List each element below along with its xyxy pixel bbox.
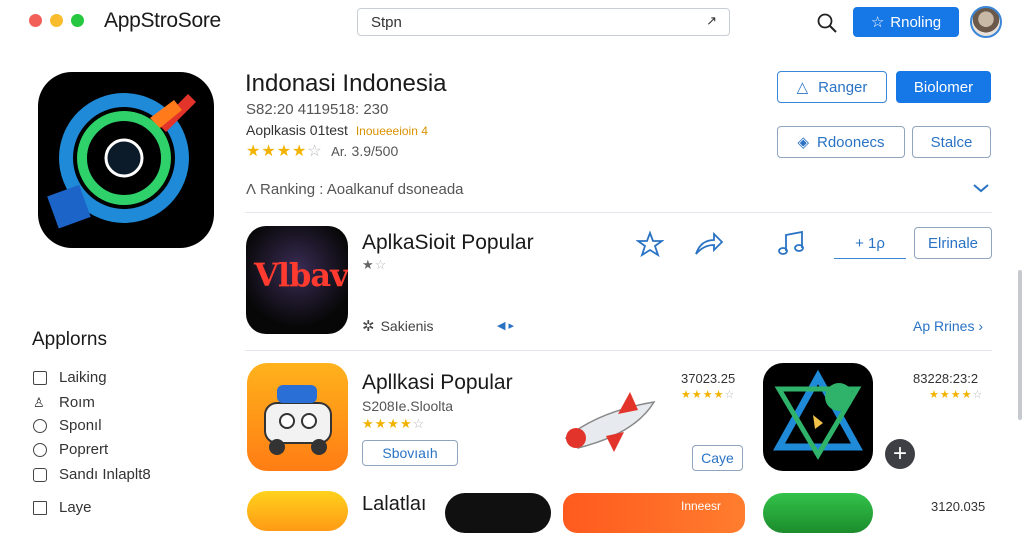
list-item-count-stars: ★★★★☆ [929, 389, 984, 401]
rating-button-label: Rnoling [890, 13, 942, 31]
maximize-window-button[interactable] [71, 14, 84, 27]
list-item-button[interactable]: Sbovıaıh [362, 440, 458, 466]
sidebar-item-label: Laye [59, 499, 92, 516]
clear-search-icon[interactable]: ↗ [706, 13, 717, 29]
rdoonecs-button[interactable]: ◈ Rdoonecs [777, 126, 905, 158]
popular-action-button[interactable]: Elrinale [914, 227, 992, 259]
app-badge: Inoueeeioin 4 [355, 124, 428, 138]
add-icon[interactable]: + [885, 439, 915, 469]
popular-tag: ✲ Sakienis [362, 318, 434, 335]
page-icon [33, 500, 47, 515]
chevron-down-icon[interactable] [972, 181, 990, 199]
circle-icon [33, 418, 47, 433]
music-icon[interactable] [776, 229, 806, 264]
sidebar-item-label: Sponıl [59, 417, 102, 434]
ranger-button[interactable]: △ Ranger [777, 71, 887, 103]
ranking-icon: Λ [246, 181, 257, 198]
sidebar-item-roim[interactable]: ♙ Roım [33, 394, 95, 411]
search-icon[interactable] [816, 12, 838, 34]
app-icon [38, 72, 214, 248]
sidebar-item-label: Sandı Inlaplt8 [59, 466, 151, 483]
app-rating: ★★★★☆ Ar. 3.9/500 [246, 143, 399, 160]
pager-arrows-icon[interactable]: ◀ ▸ [497, 319, 514, 332]
sidebar-item-sponil[interactable]: Sponıl [33, 417, 102, 434]
rating-button[interactable]: ☆ Rnoling [853, 7, 959, 37]
sidebar-heading: Applorns [32, 329, 107, 350]
bottom-app-icon [445, 493, 551, 533]
person-icon: ♙ [33, 394, 45, 410]
star-outline-icon: ☆ [870, 14, 885, 31]
bottom-badge: Inneesr [681, 499, 722, 513]
list-app-icon [763, 363, 873, 471]
app-meta: S82:20 4119518: 230 [246, 101, 389, 118]
search-input[interactable] [369, 13, 693, 32]
list-item-stars: ★★★★☆ [362, 416, 426, 431]
camera-icon [33, 467, 47, 482]
tray-icon [33, 370, 47, 385]
divider [245, 212, 992, 213]
list-app-icon [247, 363, 348, 471]
bottom-app-icon [247, 491, 348, 531]
divider [245, 350, 992, 351]
scrollbar[interactable] [1018, 270, 1022, 420]
popular-stars: ★☆ [362, 257, 388, 272]
popular-app-icon: Vlbav [246, 226, 348, 334]
popular-title: AplkaSioit Popular [362, 231, 534, 254]
download-button[interactable]: Biolomer [896, 71, 991, 103]
sidebar-item-label: Roım [59, 394, 95, 411]
search-bar[interactable]: ↗ [357, 8, 730, 36]
sidebar-item-poprert[interactable]: Poprert [33, 441, 108, 458]
ranking-line: Λ Ranking : Aoalkanuf dsoneada [246, 181, 464, 198]
close-window-button[interactable] [29, 14, 42, 27]
list-item-subtitle: S208Ie.Sloolta [362, 398, 454, 414]
popular-counter: + 1ρ [834, 228, 906, 259]
list-item-count: 83228:23:2 [913, 371, 979, 386]
popular-app-icon-caption: Vlbav [254, 256, 348, 294]
avatar[interactable] [970, 6, 1002, 38]
list-item-count-stars: ★★★★☆ [681, 389, 736, 401]
minimize-window-button[interactable] [50, 14, 63, 27]
app-category: Aoplkasis 01test Inoueeeioin 4 [246, 122, 428, 138]
sidebar-item-laye[interactable]: Laye [33, 499, 92, 516]
tag-icon: ◈ [797, 134, 809, 151]
sidebar-item-laiking[interactable]: Laiking [33, 369, 107, 386]
circle-icon [33, 442, 47, 457]
get-button[interactable]: Caye [692, 445, 743, 471]
bottom-row-title: Lalatlaı [362, 493, 427, 515]
sidebar-item-label: Poprert [59, 441, 109, 458]
stalce-button[interactable]: Stalce [912, 126, 991, 158]
sidebar-item-sandi[interactable]: Sandı Inlaplt8 [33, 466, 151, 483]
app-title: Indonasi Indonesia [245, 70, 447, 97]
bottom-app-icon: Inneesr [563, 493, 745, 533]
rocket-image [558, 386, 668, 461]
list-item-count: 37023.25 [681, 371, 736, 386]
share-icon[interactable] [692, 230, 724, 263]
list-item-title: Apllkasi Popular [362, 371, 513, 394]
bell-icon: △ [796, 79, 809, 96]
sidebar-item-label: Laiking [59, 369, 107, 386]
see-all-link[interactable]: Ap Rrines › [913, 318, 983, 334]
gear-icon: ✲ [362, 318, 375, 335]
window-title: AppStroSore [104, 9, 221, 32]
bottom-app-icon [763, 493, 873, 533]
chevron-right-icon: › [978, 318, 984, 334]
favorite-star-icon[interactable] [635, 230, 665, 263]
rating-stars: ★★★★☆ [246, 143, 323, 160]
